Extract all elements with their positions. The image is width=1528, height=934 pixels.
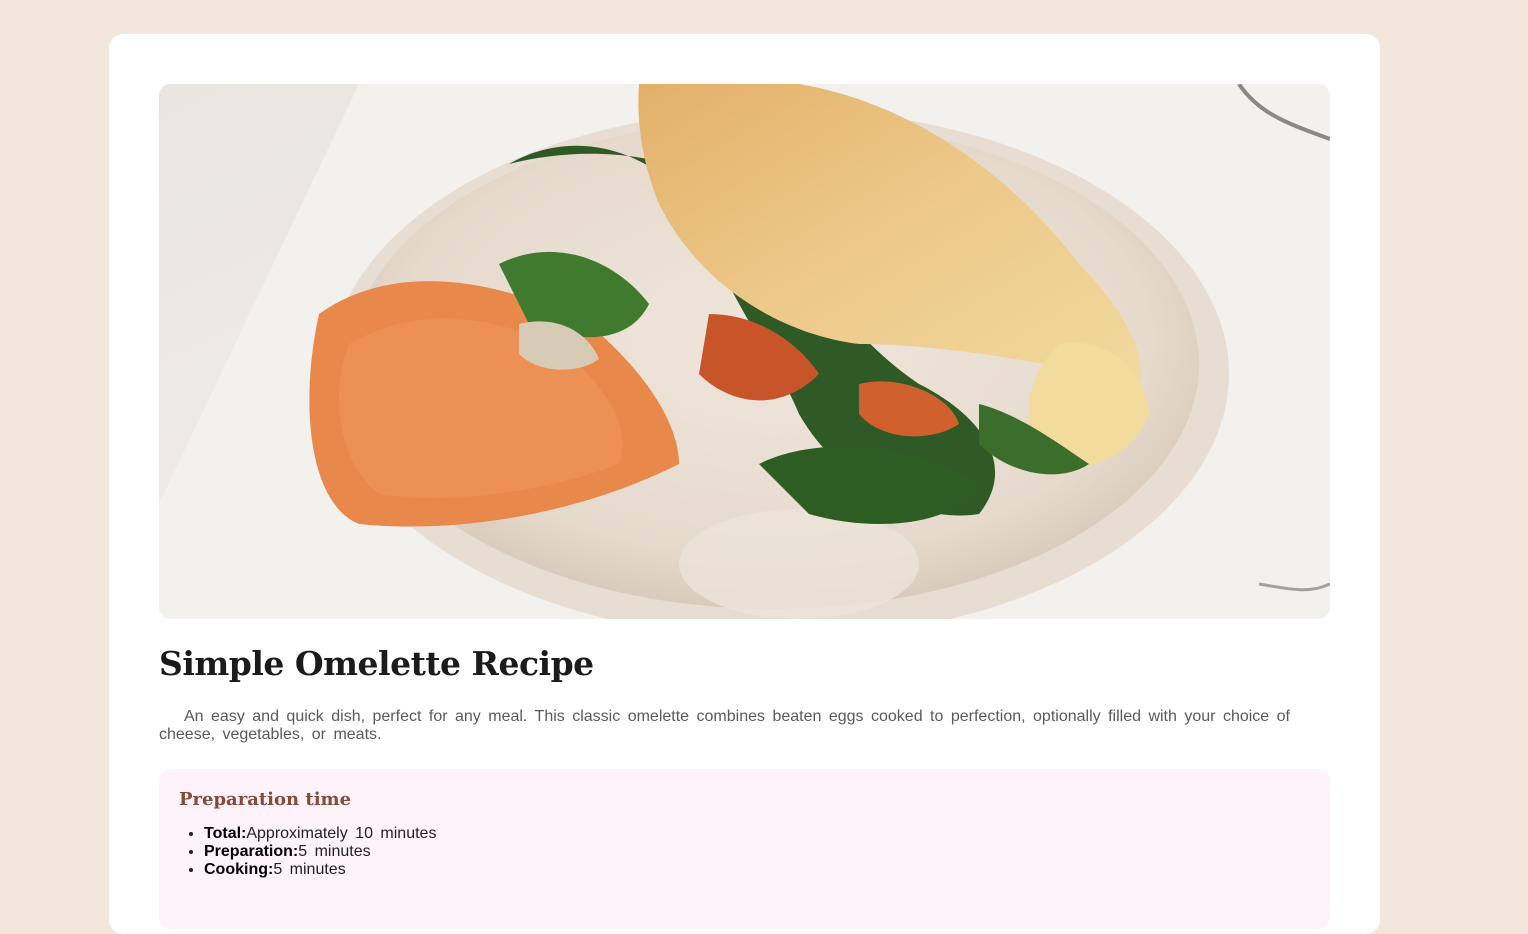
list-item-value: 5 minutes	[273, 861, 346, 878]
list-item-cooking: Cooking:5 minutes	[204, 861, 436, 879]
recipe-card: Simple Omelette Recipe An easy and quick…	[109, 34, 1380, 934]
list-item-preparation: Preparation:5 minutes	[204, 843, 436, 861]
list-item-label: Cooking:	[204, 861, 274, 878]
list-item-label: Preparation:	[204, 843, 299, 860]
recipe-title: Simple Omelette Recipe	[159, 644, 594, 683]
list-item-label: Total:	[204, 825, 247, 842]
list-item-value: Approximately 10 minutes	[246, 825, 437, 842]
omelette-photo	[159, 84, 1330, 619]
preparation-time-box: Preparation time Total:Approximately 10 …	[159, 769, 1330, 929]
list-item-value: 5 minutes	[298, 843, 371, 860]
list-item-total: Total:Approximately 10 minutes	[204, 825, 436, 843]
preparation-time-list: Total:Approximately 10 minutes Preparati…	[179, 825, 436, 879]
recipe-description: An easy and quick dish, perfect for any …	[159, 708, 1290, 743]
preparation-time-heading: Preparation time	[179, 789, 352, 810]
